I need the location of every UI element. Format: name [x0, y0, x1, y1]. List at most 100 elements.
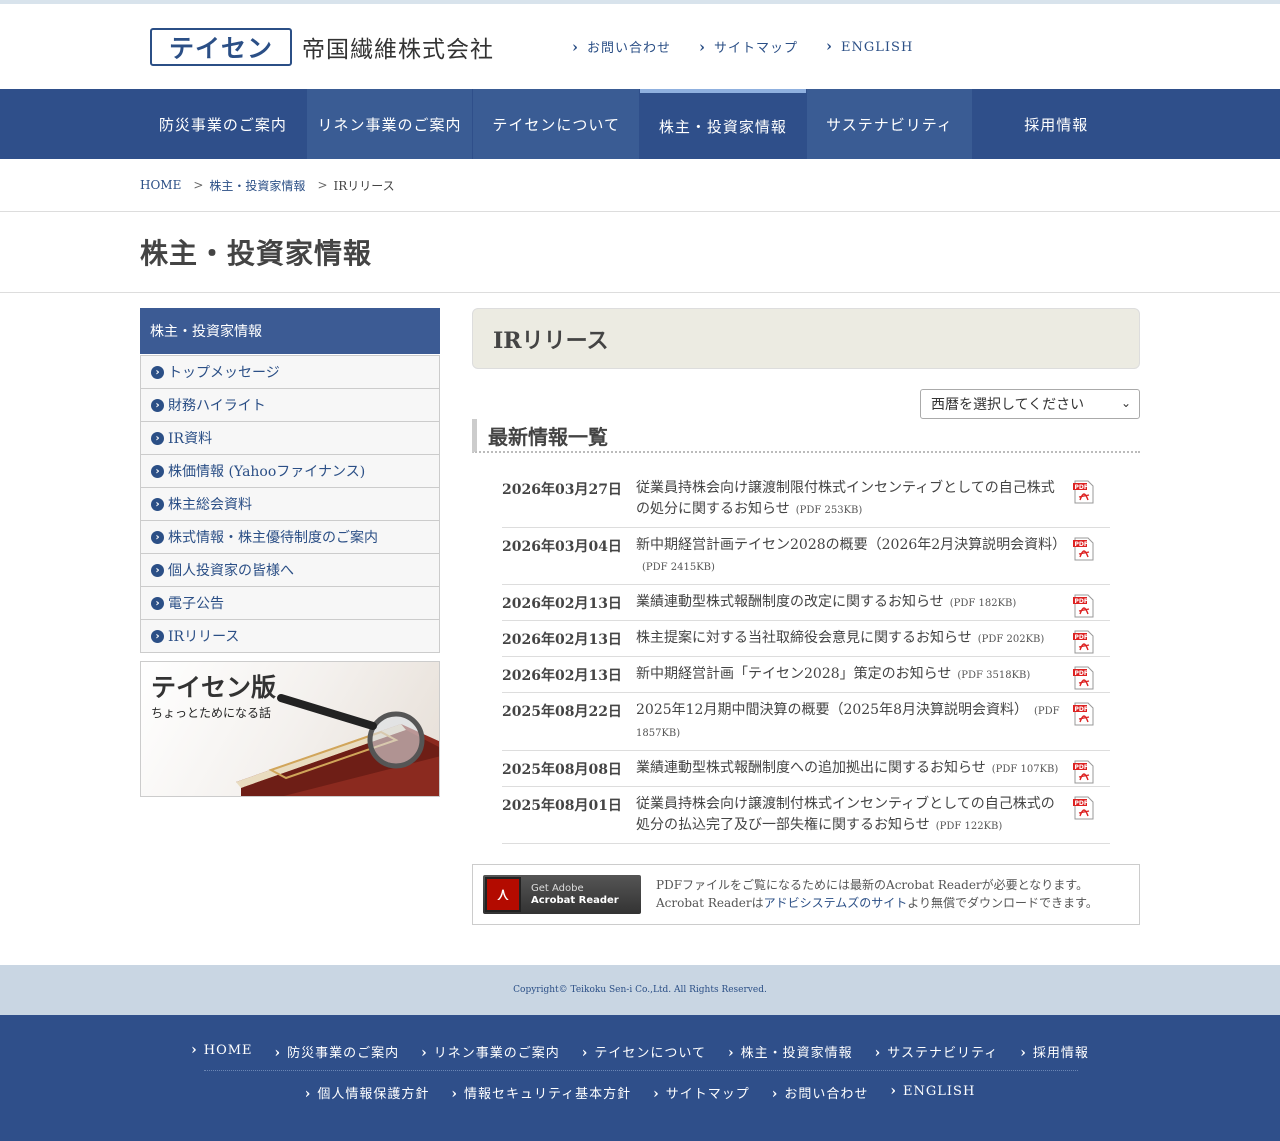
gnav-item-ir[interactable]: 株主・投資家情報 [640, 89, 806, 159]
news-file-size: (PDF 2415KB) [642, 562, 715, 573]
pdf-icon[interactable]: PDF [1072, 796, 1096, 820]
svg-text:PDF: PDF [1075, 484, 1088, 491]
footer-link-sustainability[interactable]: サステナビリティ [875, 1042, 999, 1061]
breadcrumb-home[interactable]: HOME [140, 178, 181, 192]
footer-link-home[interactable]: HOME [191, 1042, 252, 1061]
breadcrumb-current: IRリリース [333, 178, 395, 193]
sidebar-item-message[interactable]: › トップメッセージ [141, 355, 439, 388]
sidebar-item-label: トップメッセージ [168, 365, 280, 381]
global-nav: 防災事業のご案内 リネン事業のご案内 テイセンについて 株主・投資家情報 サステ… [0, 89, 1280, 159]
news-title-link[interactable]: 業績連動型株式報酬制度への追加拠出に関するお知らせ (PDF 107KB) [636, 758, 1066, 780]
pdf-icon[interactable]: PDF [1072, 537, 1096, 561]
gnav-item-bousai[interactable]: 防災事業のご案内 [140, 89, 306, 159]
news-title-link[interactable]: 株主提案に対する当社取締役会意見に関するお知らせ (PDF 202KB) [636, 628, 1066, 650]
banner-title: テイセン版 [151, 673, 277, 702]
sidebar-item-label: IRリリース [168, 629, 240, 645]
footer-row-2: 個人情報保護方針 情報セキュリティ基本方針 サイトマップ お問い合わせ ENGL… [0, 1083, 1280, 1102]
news-file-size: (PDF 122KB) [935, 821, 1003, 832]
footer-link-bousai[interactable]: 防災事業のご案内 [275, 1042, 400, 1061]
footer-link-privacy[interactable]: 個人情報保護方針 [305, 1083, 430, 1102]
news-title: 業績連動型株式報酬制度への追加拠出に関するお知らせ [636, 760, 986, 776]
arrow-circle-icon: › [151, 530, 164, 544]
footer-link-recruit[interactable]: 採用情報 [1020, 1042, 1089, 1061]
year-select[interactable]: 西暦を選択してください ⌄ [920, 389, 1140, 419]
news-date: 2026年03月04日 [502, 539, 622, 555]
news-file-size: (PDF 107KB) [991, 764, 1059, 775]
gnav-item-about[interactable]: テイセンについて [473, 89, 640, 159]
banner-subtitle: ちょっとためになる話 [151, 706, 272, 720]
news-file-size: (PDF 253KB) [795, 505, 863, 516]
sidebar-item-stock-info[interactable]: › 株式情報・株主優待制度のご案内 [141, 520, 439, 553]
news-date: 2026年02月13日 [502, 668, 622, 684]
footer-link-security-policy[interactable]: 情報セキュリティ基本方針 [451, 1083, 631, 1102]
header-links: お問い合わせ サイトマップ ENGLISH [572, 37, 913, 56]
teisen-column-banner[interactable]: テイセン版 ちょっとためになる話 [140, 661, 440, 797]
footer-link-linen[interactable]: リネン事業のご案内 [421, 1042, 560, 1061]
arrow-circle-icon: › [151, 563, 164, 577]
news-list: 2026年03月27日 従業員持株会向け譲渡制限付株式インセンティブとしての自己株… [502, 471, 1110, 844]
adobe-site-link[interactable]: アドビシステムズのサイト [764, 896, 908, 910]
sidebar-item-ir-release[interactable]: › IRリリース [141, 619, 439, 652]
news-title-link[interactable]: 新中期経営計画「テイセン2028」策定のお知らせ (PDF 3518KB) [636, 664, 1066, 686]
news-date: 2026年02月13日 [502, 632, 622, 648]
pdf-icon[interactable]: PDF [1072, 630, 1096, 654]
footer-nav: HOME 防災事業のご案内 リネン事業のご案内 テイセンについて 株主・投資家情… [0, 1015, 1280, 1141]
sidebar-item-ir-docs[interactable]: › IR資料 [141, 421, 439, 454]
news-item: 2026年02月13日 株主提案に対する当社取締役会意見に関するお知らせ (PDF … [502, 621, 1110, 657]
acrobat-logo-icon: ⋏ [485, 877, 521, 912]
get-acrobat-button[interactable]: ⋏ Get Adobe Acrobat Reader [483, 875, 641, 914]
breadcrumb: HOME > 株主・投資家情報 > IRリリース [0, 159, 1280, 212]
site-logo[interactable]: テイセン 帝国繊維株式会社 [150, 28, 494, 66]
news-title-link[interactable]: 従業員持株会向け譲渡制付株式インセンティブとしての自己株式の処分の払込完了及び一… [636, 794, 1066, 837]
pdf-icon[interactable]: PDF [1072, 702, 1096, 726]
header-link-sitemap[interactable]: サイトマップ [699, 37, 798, 56]
news-title-link[interactable]: 業績連動型株式報酬制度の改定に関するお知らせ (PDF 182KB) [636, 592, 1066, 614]
list-heading: 最新情報一覧 [472, 419, 1140, 453]
arrow-circle-icon: › [151, 596, 164, 610]
sidebar-item-label: 財務ハイライト [168, 398, 266, 414]
pdf-icon[interactable]: PDF [1072, 760, 1096, 784]
gnav-item-sustainability[interactable]: サステナビリティ [806, 89, 973, 159]
footer-link-contact[interactable]: お問い合わせ [772, 1083, 869, 1102]
arrow-circle-icon: › [151, 365, 164, 379]
news-file-size: (PDF 202KB) [977, 634, 1045, 645]
acrobat-line1: Get Adobe [531, 882, 584, 894]
pdf-icon[interactable]: PDF [1072, 480, 1096, 504]
sidebar-item-label: 株式情報・株主優待制度のご案内 [168, 530, 378, 546]
footer-link-about[interactable]: テイセンについて [582, 1042, 706, 1061]
breadcrumb-separator: > [193, 178, 204, 192]
footer-link-english[interactable]: ENGLISH [890, 1083, 975, 1102]
sidebar: 株主・投資家情報 › トップメッセージ › 財務ハイライト › IR資料 › 株価情報 … [140, 308, 440, 797]
breadcrumb-separator: > [317, 178, 328, 192]
header-link-contact[interactable]: お問い合わせ [572, 37, 671, 56]
sidebar-item-label: 株価情報 (Yahooファイナンス) [168, 464, 366, 480]
gnav-item-linen[interactable]: リネン事業のご案内 [306, 89, 473, 159]
sidebar-item-public-notice[interactable]: › 電子公告 [141, 586, 439, 619]
acrobat-line2: Acrobat Reader [531, 894, 619, 906]
news-title: 2025年12月期中間決算の概要（2025年8月決算説明会資料） [636, 702, 1028, 718]
news-title: 業績連動型株式報酬制度の改定に関するお知らせ [636, 594, 944, 610]
news-title-link[interactable]: 2025年12月期中間決算の概要（2025年8月決算説明会資料） (PDF 185… [636, 700, 1066, 744]
breadcrumb-ir[interactable]: 株主・投資家情報 [209, 177, 305, 194]
header-link-english[interactable]: ENGLISH [826, 37, 913, 56]
footer-link-sitemap[interactable]: サイトマップ [653, 1083, 750, 1102]
news-item: 2026年03月27日 従業員持株会向け譲渡制限付株式インセンティブとしての自己株… [502, 471, 1110, 528]
news-date: 2026年03月27日 [502, 482, 622, 498]
sidebar-item-highlight[interactable]: › 財務ハイライト [141, 388, 439, 421]
gnav-item-recruit[interactable]: 採用情報 [973, 89, 1139, 159]
sidebar-item-stock-price[interactable]: › 株価情報 (Yahooファイナンス) [141, 454, 439, 487]
sidebar-item-label: IR資料 [168, 431, 213, 447]
news-title-link[interactable]: 従業員持株会向け譲渡制限付株式インセンティブとしての自己株式の処分に関するお知ら… [636, 478, 1066, 521]
news-date: 2025年08月22日 [502, 704, 622, 720]
acrobat-button-text: Get Adobe Acrobat Reader [531, 883, 619, 907]
acrobat-note: PDFファイルをご覧になるためには最新のAcrobat Readerが必要となり… [656, 876, 1126, 912]
news-title-link[interactable]: 新中期経営計画テイセン2028の概要（2026年2月決算説明会資料） (PDF 2… [636, 535, 1066, 578]
footer-link-ir[interactable]: 株主・投資家情報 [728, 1042, 853, 1061]
pdf-icon[interactable]: PDF [1072, 666, 1096, 690]
sidebar-item-shareholders-meeting[interactable]: › 株主総会資料 [141, 487, 439, 520]
acrobat-notice: ⋏ Get Adobe Acrobat Reader PDFファイルをご覧になる… [472, 864, 1140, 925]
pdf-icon[interactable]: PDF [1072, 594, 1096, 618]
sidebar-item-individual[interactable]: › 個人投資家の皆様へ [141, 553, 439, 586]
section-heading: IRリリース [472, 308, 1140, 369]
copyright: Copyright© Teikoku Sen-i Co.,Ltd. All Ri… [0, 965, 1280, 1015]
